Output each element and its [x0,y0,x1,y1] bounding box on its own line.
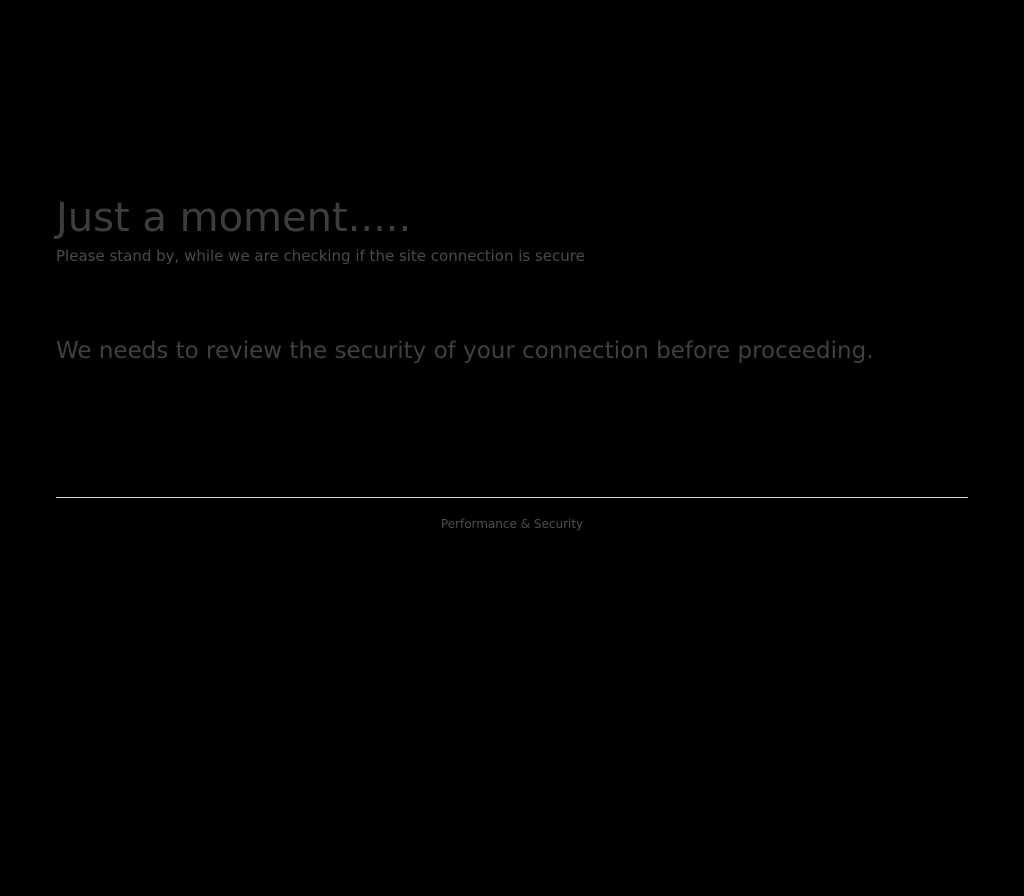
footer-performance-security: Performance & Security [440,517,584,531]
footer-divider [56,497,968,498]
page-subtitle: Please stand by, while we are checking i… [56,247,585,265]
page-title: Just a moment..... [56,195,412,241]
security-review-message: We needs to review the security of your … [56,338,874,364]
